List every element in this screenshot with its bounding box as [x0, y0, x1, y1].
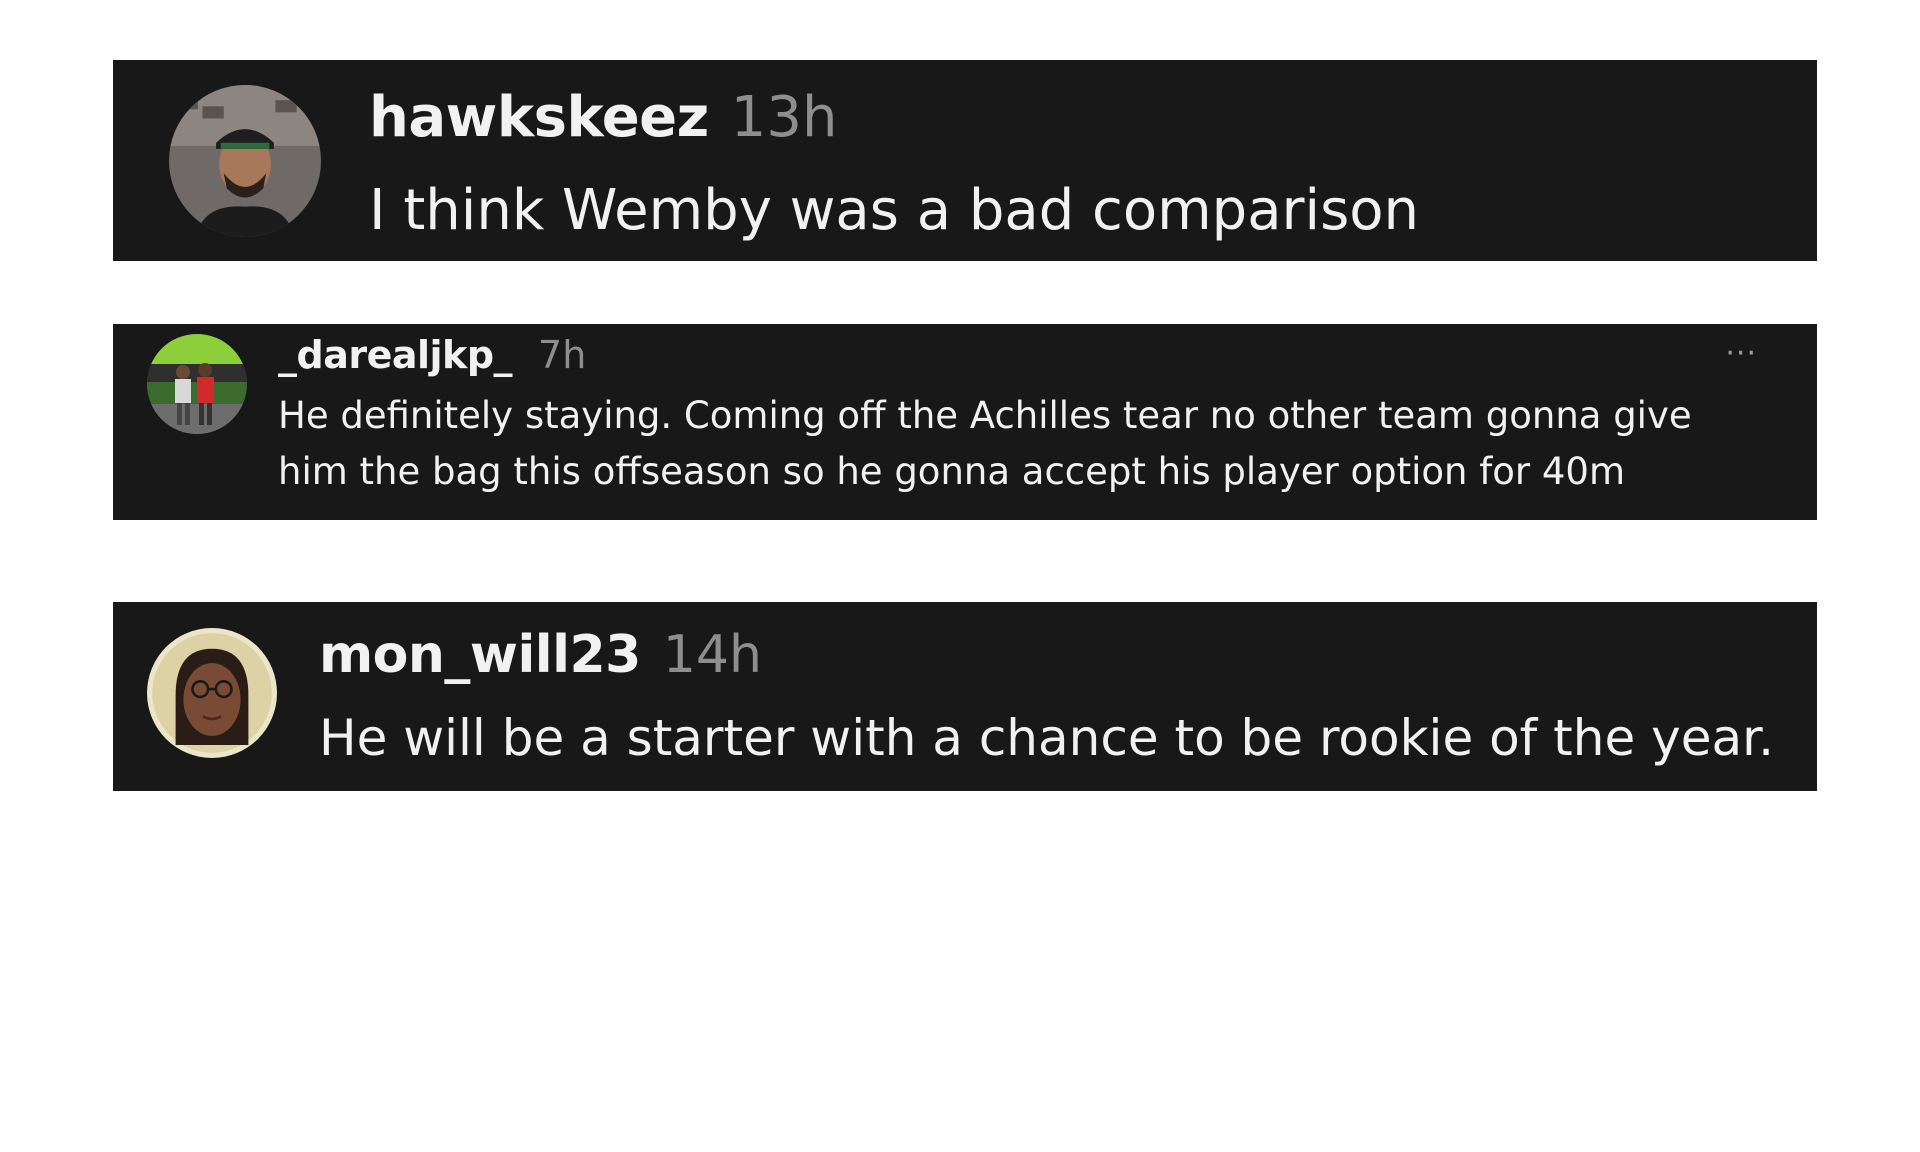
comment-text: He will be a starter with a chance to be…	[319, 709, 1774, 767]
comment-card: _darealjkp_ 7h ··· He definitely staying.…	[113, 324, 1817, 520]
avatar[interactable]	[147, 334, 247, 434]
comments-screenshot: hawkskeez 13h I think Wemby was a bad com…	[0, 0, 1920, 1152]
avatar[interactable]	[169, 85, 321, 237]
comment-text: I think Wemby was a bad comparison	[369, 178, 1420, 243]
comment-header: mon_will23 14h	[319, 620, 762, 690]
avatar-man-cap-icon	[169, 85, 321, 237]
username[interactable]: _darealjkp_	[278, 333, 513, 377]
comment-card: hawkskeez 13h I think Wemby was a bad com…	[113, 60, 1817, 261]
username[interactable]: mon_will23	[319, 625, 641, 685]
comment-card: mon_will23 14h He will be a starter with …	[113, 602, 1817, 791]
comment-header: hawkskeez 13h	[369, 78, 838, 158]
username[interactable]: hawkskeez	[369, 85, 709, 150]
timestamp: 13h	[730, 85, 838, 150]
timestamp: 7h	[538, 333, 587, 377]
comment-text: He definitely staying. Coming off the Ac…	[278, 394, 1692, 493]
avatar-two-people-icon	[147, 334, 247, 434]
comment-header: _darealjkp_ 7h	[278, 330, 586, 380]
more-options-icon[interactable]: ···	[1725, 336, 1757, 371]
avatar[interactable]	[147, 628, 277, 758]
timestamp: 14h	[662, 625, 762, 685]
avatar-woman-glasses-icon	[147, 628, 277, 758]
